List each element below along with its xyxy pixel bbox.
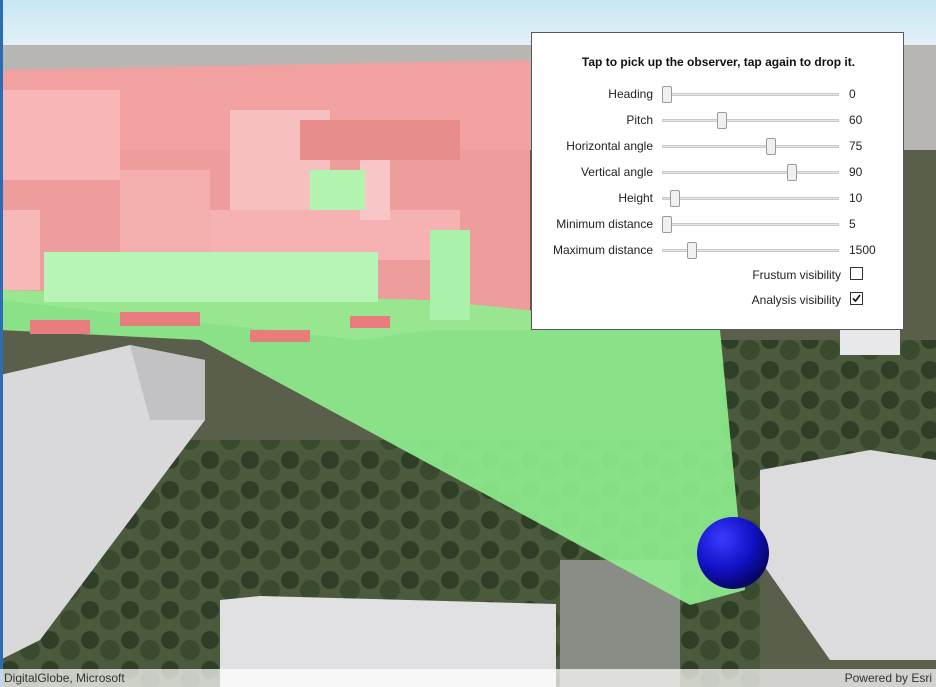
analysis-visibility-label: Analysis visibility <box>751 293 841 307</box>
horizontal-angle-label: Horizontal angle <box>566 139 653 153</box>
maximum-distance-value: 1500 <box>849 243 876 257</box>
powered-by-esri: Powered by Esri <box>844 671 932 685</box>
maximum-distance-row: Maximum distance 1500 <box>532 241 905 259</box>
attribution-bar: DigitalGlobe, Microsoft Powered by Esri <box>0 669 936 687</box>
minimum-distance-slider[interactable] <box>662 223 839 226</box>
vertical-angle-value: 90 <box>849 165 863 179</box>
attribution-text: DigitalGlobe, Microsoft <box>4 671 125 685</box>
heading-value: 0 <box>849 87 856 101</box>
pitch-slider-thumb[interactable] <box>717 112 728 129</box>
height-row: Height 10 <box>532 189 905 207</box>
pitch-label: Pitch <box>626 113 653 127</box>
height-slider-thumb[interactable] <box>670 190 681 207</box>
minimum-distance-value: 5 <box>849 217 856 231</box>
pitch-value: 60 <box>849 113 863 127</box>
heading-label: Heading <box>608 87 653 101</box>
pitch-slider[interactable] <box>662 119 839 122</box>
maximum-distance-slider-thumb[interactable] <box>687 242 698 259</box>
horizontal-angle-row: Horizontal angle 75 <box>532 137 905 155</box>
vertical-angle-slider[interactable] <box>662 171 839 174</box>
heading-row: Heading 0 <box>532 85 905 103</box>
horizontal-angle-value: 75 <box>849 139 863 153</box>
horizontal-angle-slider-thumb[interactable] <box>765 138 776 155</box>
minimum-distance-row: Minimum distance 5 <box>532 215 905 233</box>
vertical-angle-slider-thumb[interactable] <box>787 164 798 181</box>
vertical-angle-label: Vertical angle <box>580 165 653 179</box>
viewshed-settings-panel: Tap to pick up the observer, tap again t… <box>531 32 904 330</box>
vertical-angle-row: Vertical angle 90 <box>532 163 905 181</box>
panel-instructions: Tap to pick up the observer, tap again t… <box>581 55 856 69</box>
height-label: Height <box>618 191 653 205</box>
pitch-row: Pitch 60 <box>532 111 905 129</box>
maximum-distance-label: Maximum distance <box>552 243 653 257</box>
heading-slider-thumb[interactable] <box>662 86 672 103</box>
horizontal-angle-slider[interactable] <box>662 145 839 148</box>
observer-sphere[interactable] <box>697 517 769 589</box>
height-value: 10 <box>849 191 863 205</box>
window-edge <box>0 0 3 687</box>
frustum-visibility-label: Frustum visibility <box>752 268 841 282</box>
heading-slider[interactable] <box>662 93 839 96</box>
analysis-visibility-row: Analysis visibility <box>532 291 905 309</box>
height-slider[interactable] <box>662 197 839 200</box>
analysis-visibility-checkbox[interactable] <box>850 292 863 305</box>
checkmark-icon <box>852 294 861 303</box>
frustum-visibility-checkbox[interactable] <box>850 267 863 280</box>
minimum-distance-slider-thumb[interactable] <box>662 216 672 233</box>
minimum-distance-label: Minimum distance <box>556 217 653 231</box>
frustum-visibility-row: Frustum visibility <box>532 266 905 284</box>
